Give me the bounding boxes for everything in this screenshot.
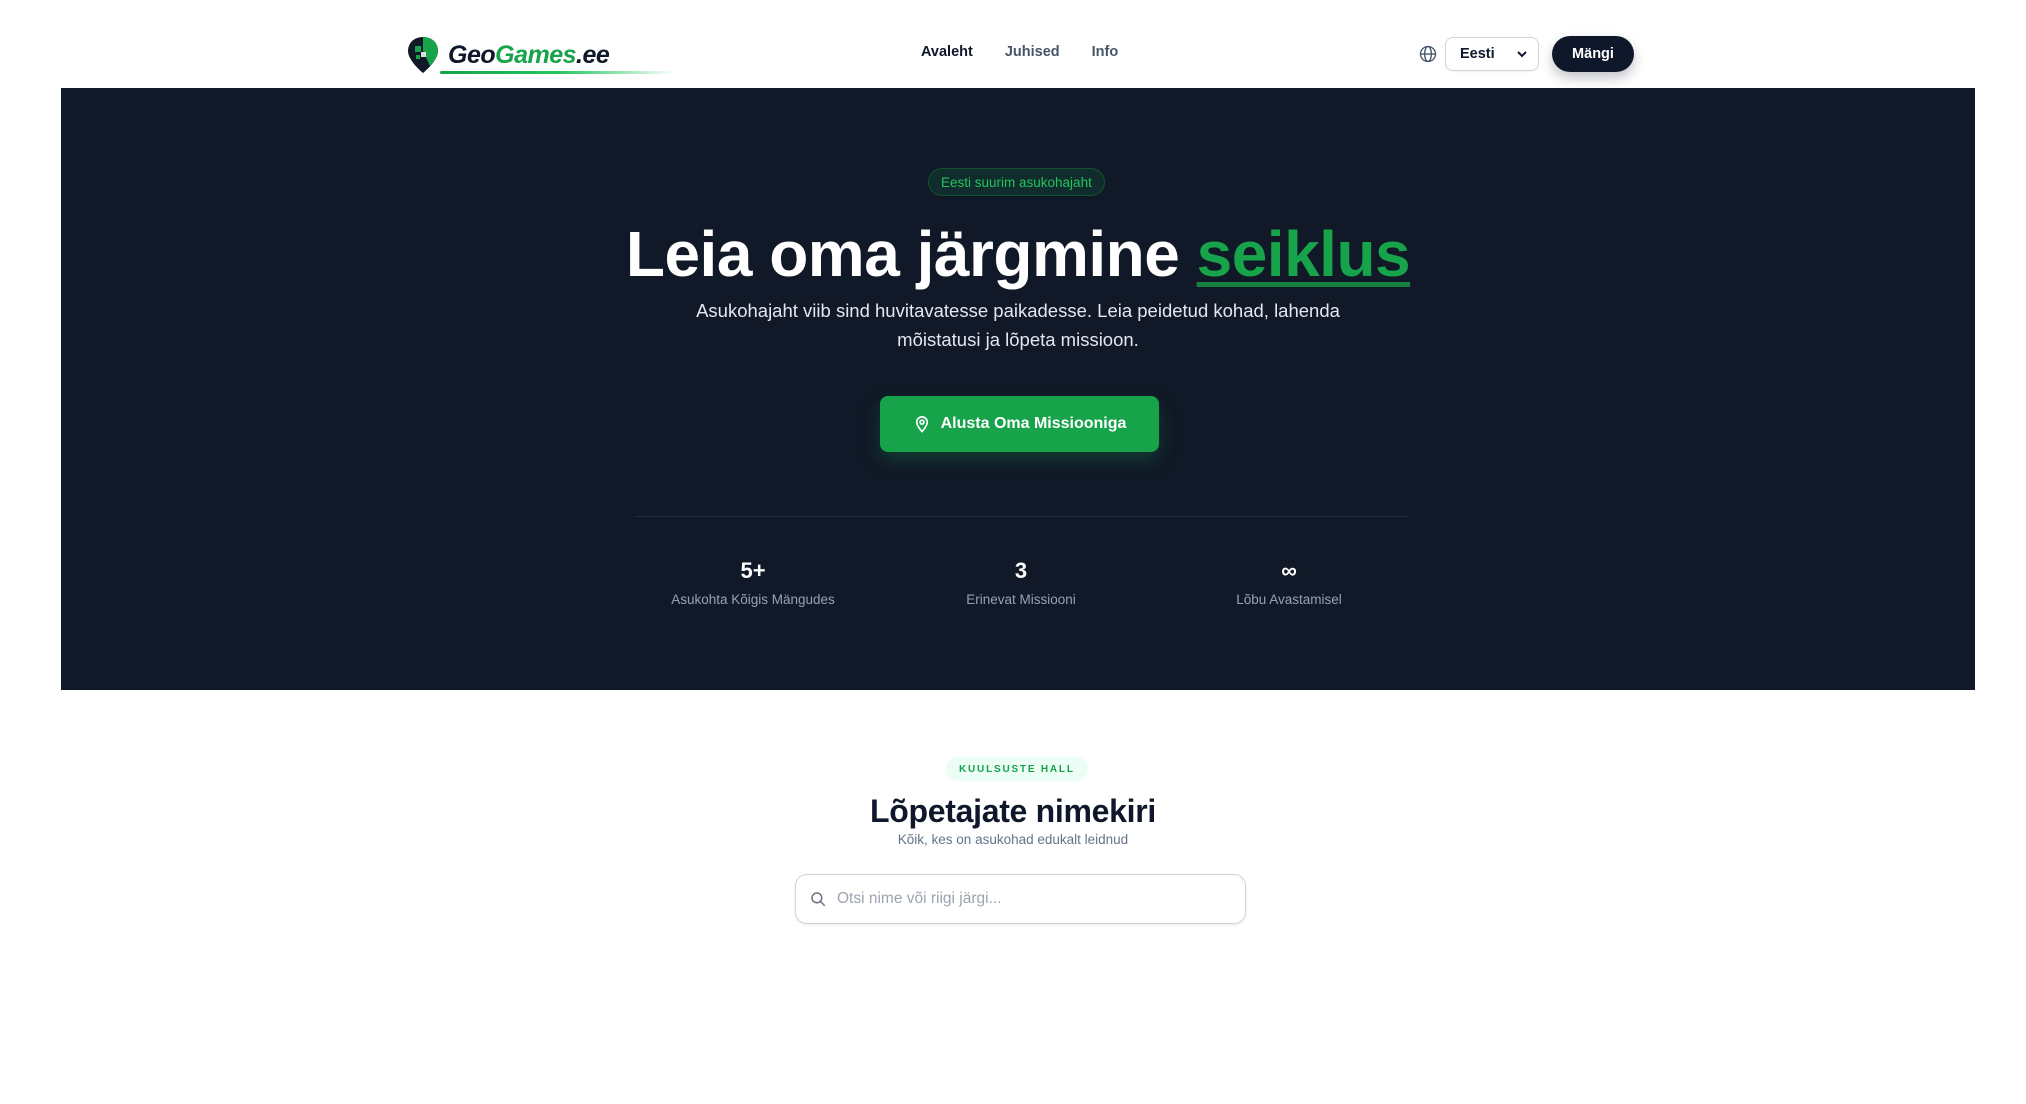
- stat-value: ∞: [1281, 558, 1297, 583]
- stat-fun: ∞ Lõbu Avastamisel: [1169, 558, 1409, 607]
- play-button[interactable]: Mängi: [1552, 36, 1634, 72]
- language-select[interactable]: Eesti: [1445, 37, 1539, 71]
- logo-text-geo: Geo: [448, 40, 496, 69]
- logo-pin-icon: [408, 37, 438, 73]
- top-header: GeoGames.ee Avaleht Juhised Info Eesti M…: [0, 0, 2026, 88]
- logo-text-games: Games: [495, 40, 577, 69]
- logo-text: GeoGames.ee: [448, 40, 610, 70]
- nav-item-info[interactable]: Info: [1092, 44, 1119, 60]
- section-tag: KUULSUSTE HALL: [946, 757, 1088, 781]
- stat-value: 3: [1014, 558, 1028, 583]
- leaderboard-title: Lõpetajate nimekiri: [870, 793, 1156, 829]
- logo[interactable]: GeoGames.ee: [406, 34, 610, 76]
- logo-text-domain: .ee: [576, 40, 610, 69]
- hero-title-main: Leia oma järgmine: [625, 218, 1197, 290]
- start-mission-button[interactable]: Alusta Oma Missiooniga: [880, 396, 1159, 452]
- search-box: [795, 874, 1246, 924]
- language-select-value: Eesti: [1460, 46, 1495, 62]
- stat-label: Lõbu Avastamisel: [1236, 592, 1342, 607]
- hero-title-accent: seiklus: [1196, 218, 1411, 290]
- nav-item-juhised[interactable]: Juhised: [1005, 44, 1060, 60]
- search-icon: [811, 892, 826, 907]
- start-mission-label: Alusta Oma Missiooniga: [940, 415, 1127, 432]
- main-nav: Avaleht Juhised Info: [921, 44, 1118, 60]
- hero-title: Leia oma järgmine seiklus: [61, 216, 1975, 292]
- hero-divider: [634, 516, 1408, 517]
- stat-locations: 5+ Asukohta Kõigis Mängudes: [633, 558, 873, 607]
- stat-missions: 3 Erinevat Missiooni: [901, 558, 1141, 607]
- hero-badge: Eesti suurim asukohajaht: [928, 168, 1105, 196]
- nav-item-avaleht[interactable]: Avaleht: [921, 44, 973, 60]
- map-pin-icon: [915, 416, 928, 433]
- leaderboard-subtitle: Kõik, kes on asukohad edukalt leidnud: [897, 832, 1129, 847]
- stat-label: Asukohta Kõigis Mängudes: [671, 592, 835, 607]
- hero-subtitle: Asukohajaht viib sind huvitavatesse paik…: [696, 300, 1340, 350]
- search-input[interactable]: [837, 890, 1217, 908]
- stat-label: Erinevat Missiooni: [966, 592, 1076, 607]
- chevron-down-icon: [1517, 51, 1527, 58]
- stat-value: 5+: [740, 558, 766, 583]
- hero-section: Eesti suurim asukohajaht Leia oma järgmi…: [61, 88, 1975, 690]
- globe-icon: [1419, 45, 1437, 63]
- logo-underline: [440, 71, 676, 74]
